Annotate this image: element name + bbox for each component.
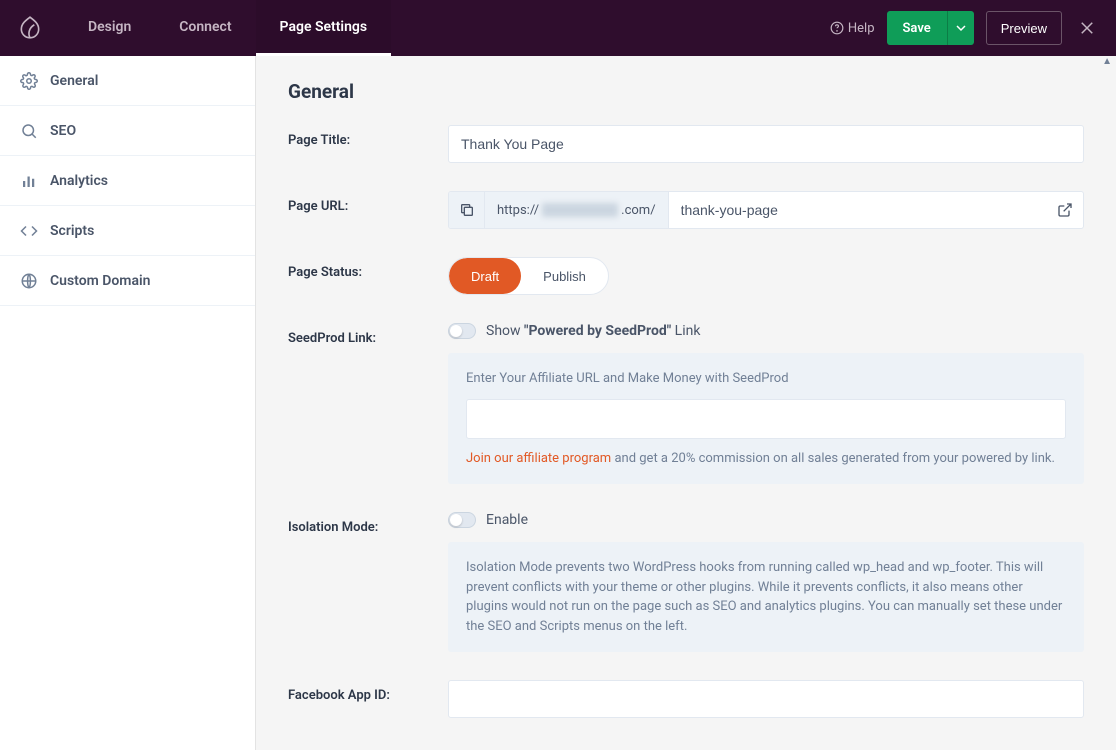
sidebar-item-general[interactable]: General xyxy=(0,56,255,106)
facebook-app-id-input[interactable] xyxy=(448,680,1084,718)
help-icon xyxy=(830,21,844,35)
page-title-input[interactable] xyxy=(448,125,1084,163)
row-page-title: Page Title: xyxy=(288,125,1084,163)
search-icon xyxy=(20,122,38,140)
close-button[interactable] xyxy=(1074,15,1100,41)
open-url-button[interactable] xyxy=(1047,192,1083,228)
seedprod-link-switch[interactable] xyxy=(448,323,476,339)
save-button-group: Save xyxy=(887,11,974,45)
seedprod-link-label: SeedProd Link: xyxy=(288,323,448,346)
topbar-right: Help Save Preview xyxy=(830,11,1100,45)
row-page-status: Page Status: Draft Publish xyxy=(288,257,1084,295)
isolation-mode-switch[interactable] xyxy=(448,512,476,528)
isolation-mode-label: Isolation Mode: xyxy=(288,512,448,535)
page-url-group: https://.com/ xyxy=(448,191,1084,229)
page-url-label: Page URL: xyxy=(288,191,448,214)
row-isolation-mode: Isolation Mode: Enable Isolation Mode pr… xyxy=(288,512,1084,652)
content: ▲ General Page Title: Page URL: https://… xyxy=(256,56,1116,750)
copy-url-button[interactable] xyxy=(449,192,485,228)
help-link[interactable]: Help xyxy=(830,21,875,36)
copy-icon xyxy=(459,202,475,218)
section-title: General xyxy=(288,80,1084,103)
scroll-up-icon[interactable]: ▲ xyxy=(1102,56,1112,67)
sidebar-item-scripts[interactable]: Scripts xyxy=(0,206,255,256)
logo xyxy=(16,14,44,42)
affiliate-title: Enter Your Affiliate URL and Make Money … xyxy=(466,369,1066,389)
row-facebook-app-id: Facebook App ID: xyxy=(288,680,1084,718)
facebook-app-id-label: Facebook App ID: xyxy=(288,680,448,703)
workspace: General SEO Analytics Scripts Custom Dom… xyxy=(0,56,1116,750)
close-icon xyxy=(1078,19,1096,37)
gear-icon xyxy=(20,72,38,90)
save-button[interactable]: Save xyxy=(887,11,948,45)
open-in-new-icon xyxy=(1057,202,1073,218)
sidebar-item-seo[interactable]: SEO xyxy=(0,106,255,156)
nav-page-settings[interactable]: Page Settings xyxy=(256,0,392,56)
globe-icon xyxy=(20,272,38,290)
save-dropdown[interactable] xyxy=(948,11,974,45)
affiliate-program-link[interactable]: Join our affiliate program xyxy=(466,451,611,466)
affiliate-description: Join our affiliate program and get a 20%… xyxy=(466,449,1066,469)
page-title-label: Page Title: xyxy=(288,125,448,148)
isolation-enable-text: Enable xyxy=(486,512,528,528)
status-draft-button[interactable]: Draft xyxy=(449,258,521,294)
affiliate-url-input[interactable] xyxy=(466,399,1066,439)
page-url-prefix: https://.com/ xyxy=(485,192,669,228)
isolation-description: Isolation Mode prevents two WordPress ho… xyxy=(448,542,1084,652)
sidebar-item-analytics[interactable]: Analytics xyxy=(0,156,255,206)
sidebar-item-custom-domain[interactable]: Custom Domain xyxy=(0,256,255,306)
status-toggle: Draft Publish xyxy=(448,257,609,295)
preview-button[interactable]: Preview xyxy=(986,11,1062,45)
row-page-url: Page URL: https://.com/ xyxy=(288,191,1084,229)
code-icon xyxy=(20,222,38,240)
row-seedprod-link: SeedProd Link: Show "Powered by SeedProd… xyxy=(288,323,1084,484)
nav-connect[interactable]: Connect xyxy=(155,0,255,56)
status-publish-button[interactable]: Publish xyxy=(521,258,608,294)
chevron-down-icon xyxy=(956,23,966,33)
sidebar: General SEO Analytics Scripts Custom Dom… xyxy=(0,56,256,750)
nav-design[interactable]: Design xyxy=(64,0,155,56)
affiliate-box: Enter Your Affiliate URL and Make Money … xyxy=(448,353,1084,484)
page-status-label: Page Status: xyxy=(288,257,448,280)
topbar: Design Connect Page Settings Help Save P… xyxy=(0,0,1116,56)
top-nav: Design Connect Page Settings xyxy=(64,0,391,56)
seedprod-link-text: Show "Powered by SeedProd" Link xyxy=(486,323,700,339)
page-url-slug-input[interactable] xyxy=(669,192,1047,228)
bars-icon xyxy=(20,172,38,190)
